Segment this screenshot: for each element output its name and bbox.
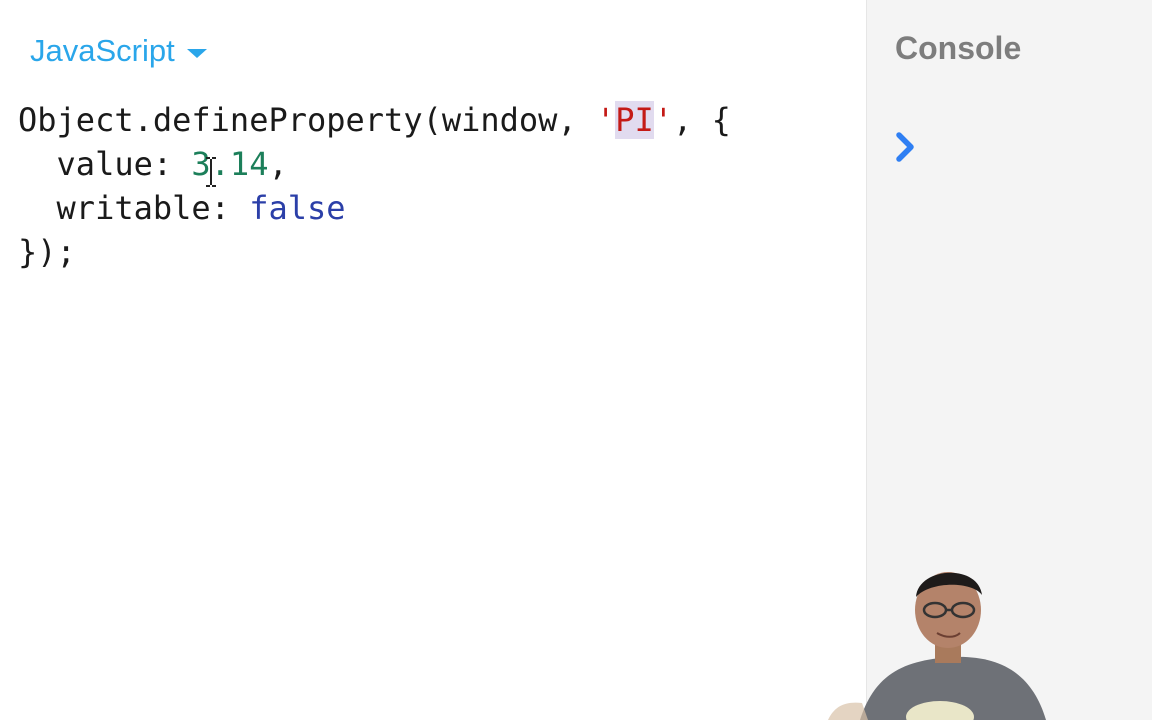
code-line-3: writable: false bbox=[18, 186, 731, 230]
text-cursor-icon bbox=[206, 157, 216, 187]
code-number: 3.14 bbox=[191, 145, 269, 183]
code-string-quote: ' bbox=[595, 101, 616, 139]
code-token: , bbox=[268, 145, 288, 183]
language-dropdown[interactable]: JavaScript bbox=[30, 30, 207, 72]
presenter-image bbox=[828, 572, 1046, 720]
code-editor[interactable]: Object.defineProperty(window, 'PI', { va… bbox=[18, 98, 731, 274]
selected-text: PI bbox=[615, 101, 654, 139]
code-token: writable: bbox=[18, 189, 250, 227]
code-string-quote: ' bbox=[653, 101, 674, 139]
code-token: Object.defineProperty(window, bbox=[18, 101, 596, 139]
code-line-4: }); bbox=[18, 230, 731, 274]
code-token: , { bbox=[673, 101, 731, 139]
console-title: Console bbox=[895, 30, 1022, 66]
code-line-2: value: 3.14, bbox=[18, 142, 731, 186]
code-token: }); bbox=[18, 233, 76, 271]
code-token: value: bbox=[18, 145, 192, 183]
language-label: JavaScript bbox=[30, 33, 175, 68]
chevron-right-icon[interactable] bbox=[891, 130, 919, 164]
webcam-overlay bbox=[820, 555, 1060, 720]
caret-down-icon bbox=[186, 48, 207, 58]
code-line-1: Object.defineProperty(window, 'PI', { bbox=[18, 98, 731, 142]
code-keyword: false bbox=[249, 189, 346, 227]
editor-pane[interactable]: JavaScript Object.defineProperty(window,… bbox=[0, 0, 867, 720]
